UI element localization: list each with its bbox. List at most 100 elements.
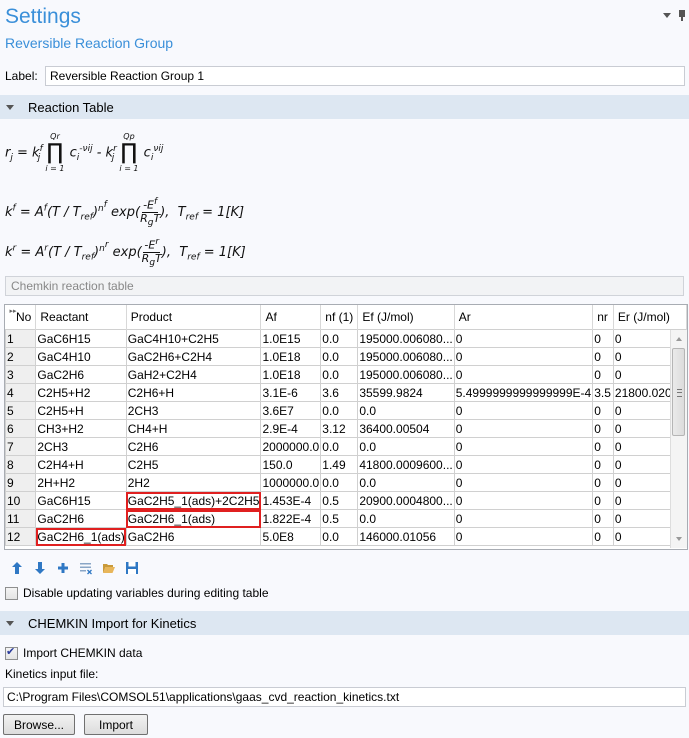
cell-ar[interactable]: 0 bbox=[453, 329, 594, 348]
table-row[interactable]: 6 CH3+H2 CH4+H 2.9E-4 3.12 36400.00504 0 0 0 bbox=[5, 419, 687, 438]
cell-ef[interactable]: 20900.0004800... bbox=[357, 491, 455, 510]
cell-af[interactable]: 1.0E18 bbox=[260, 365, 322, 384]
cell-ar[interactable]: 0 bbox=[453, 509, 594, 528]
cell-af[interactable]: 5.0E8 bbox=[260, 527, 322, 546]
cell-reactant[interactable]: 2CH3 bbox=[35, 437, 127, 456]
cell-ef[interactable]: 195000.006080... bbox=[357, 365, 455, 384]
column-header-er[interactable]: Er (J/mol) bbox=[613, 305, 687, 330]
cell-no[interactable]: 10 bbox=[5, 491, 37, 510]
column-header-nf[interactable]: nf (1) bbox=[320, 305, 359, 330]
cell-ar[interactable]: 0 bbox=[453, 473, 594, 492]
cell-af[interactable]: 1000000.0 bbox=[260, 473, 322, 492]
table-row[interactable]: 4 C2H5+H2 C2H6+H 3.1E-6 3.6 35599.9824 5.49999… bbox=[5, 383, 687, 402]
cell-product[interactable]: C2H6+H bbox=[125, 383, 262, 402]
table-vertical-scrollbar[interactable] bbox=[670, 330, 687, 548]
cell-nr[interactable]: 0 bbox=[592, 491, 614, 510]
cell-product[interactable]: C2H6 bbox=[125, 437, 262, 456]
cell-ef[interactable]: 0.0 bbox=[357, 473, 455, 492]
table-row[interactable]: 8 C2H4+H C2H5 150.0 1.49 41800.0009600... 0 0 0 bbox=[5, 455, 687, 474]
save-to-file-icon[interactable] bbox=[125, 561, 139, 575]
cell-no[interactable]: 2 bbox=[5, 347, 37, 366]
import-button[interactable]: Import bbox=[84, 714, 149, 735]
browse-button[interactable]: Browse... bbox=[3, 714, 76, 735]
expand-columns-icon[interactable]: ▸▸ bbox=[10, 307, 17, 315]
disable-updating-checkbox[interactable] bbox=[5, 586, 18, 600]
disable-updating-row[interactable]: Disable updating variables during editin… bbox=[5, 586, 269, 600]
cell-no[interactable]: 7 bbox=[5, 437, 37, 456]
column-header-af[interactable]: Af bbox=[260, 305, 322, 330]
cell-no[interactable]: 11 bbox=[5, 509, 37, 528]
move-down-icon[interactable] bbox=[33, 561, 47, 575]
cell-reactant[interactable]: GaC6H15 bbox=[35, 491, 127, 510]
cell-no[interactable]: 4 bbox=[5, 383, 37, 402]
label-input[interactable] bbox=[45, 66, 685, 86]
cell-reactant[interactable]: GaC6H15 bbox=[35, 329, 127, 348]
cell-product[interactable]: GaC2H6+C2H4 bbox=[125, 347, 262, 366]
column-header-ef[interactable]: Ef (J/mol) bbox=[357, 305, 455, 330]
cell-ef[interactable]: 35599.9824 bbox=[357, 383, 455, 402]
cell-no[interactable]: 3 bbox=[5, 365, 37, 384]
cell-nf[interactable]: 3.12 bbox=[320, 419, 359, 438]
scroll-up-arrow-icon[interactable] bbox=[676, 337, 682, 341]
cell-ar[interactable]: 0 bbox=[453, 419, 594, 438]
cell-nr[interactable]: 3.5 bbox=[592, 383, 614, 402]
cell-nf[interactable]: 0.5 bbox=[320, 491, 359, 510]
cell-product[interactable]: CH4+H bbox=[125, 419, 262, 438]
cell-product[interactable]: C2H5 bbox=[125, 455, 262, 474]
table-row[interactable]: 9 2H+H2 2H2 1000000.0 0.0 0.0 0 0 0 bbox=[5, 473, 687, 492]
cell-af[interactable]: 1.453E-4 bbox=[260, 491, 322, 510]
table-row[interactable]: 1 GaC6H15 GaC4H10+C2H5 1.0E15 0.0 195000.0060… bbox=[5, 329, 687, 348]
chemkin-import-section-header[interactable]: CHEMKIN Import for Kinetics bbox=[0, 611, 689, 635]
cell-af[interactable]: 1.822E-4 bbox=[260, 509, 322, 528]
kinetics-input-file-field[interactable]: C:\Program Files\COMSOL51\applications\g… bbox=[3, 687, 686, 707]
cell-ar[interactable]: 0 bbox=[453, 491, 594, 510]
cell-af[interactable]: 2000000.0 bbox=[260, 437, 322, 456]
cell-nf[interactable]: 0.0 bbox=[320, 365, 359, 384]
cell-ef[interactable]: 0.0 bbox=[357, 509, 455, 528]
cell-reactant[interactable]: GaC2H6 bbox=[35, 365, 127, 384]
cell-no[interactable]: 12 bbox=[5, 527, 37, 546]
cell-product[interactable]: GaC2H5_1(ads)+2C2H5 bbox=[125, 491, 262, 510]
cell-no[interactable]: 8 bbox=[5, 455, 37, 474]
cell-af[interactable]: 2.9E-4 bbox=[260, 419, 322, 438]
pin-icon[interactable] bbox=[679, 10, 685, 21]
cell-reactant[interactable]: GaC2H6 bbox=[35, 509, 127, 528]
cell-af[interactable]: 150.0 bbox=[260, 455, 322, 474]
cell-no[interactable]: 9 bbox=[5, 473, 37, 492]
cell-no[interactable]: 6 bbox=[5, 419, 37, 438]
cell-nf[interactable]: 0.0 bbox=[320, 527, 359, 546]
cell-nr[interactable]: 0 bbox=[592, 365, 614, 384]
table-row[interactable]: 5 C2H5+H 2CH3 3.6E7 0.0 0.0 0 0 0 bbox=[5, 401, 687, 420]
import-chemkin-row[interactable]: Import CHEMKIN data bbox=[5, 645, 142, 660]
cell-ef[interactable]: 36400.00504 bbox=[357, 419, 455, 438]
table-row[interactable]: 2 GaC4H10 GaC2H6+C2H4 1.0E18 0.0 195000.00608… bbox=[5, 347, 687, 366]
cell-product[interactable]: 2CH3 bbox=[125, 401, 262, 420]
cell-nr[interactable]: 0 bbox=[592, 455, 614, 474]
table-row[interactable]: 12 GaC2H6_1(ads) GaC2H6 5.0E8 0.0 146000.0105… bbox=[5, 527, 687, 546]
cell-ar[interactable]: 0 bbox=[453, 455, 594, 474]
cell-nr[interactable]: 0 bbox=[592, 329, 614, 348]
cell-product[interactable]: GaC4H10+C2H5 bbox=[125, 329, 262, 348]
cell-reactant[interactable]: C2H5+H2 bbox=[35, 383, 127, 402]
cell-af[interactable]: 1.0E18 bbox=[260, 347, 322, 366]
dropdown-arrow-icon[interactable] bbox=[663, 13, 671, 18]
cell-product[interactable]: GaC2H6 bbox=[125, 527, 262, 546]
cell-reactant[interactable]: 2H+H2 bbox=[35, 473, 127, 492]
cell-af[interactable]: 3.1E-6 bbox=[260, 383, 322, 402]
cell-reactant[interactable]: CH3+H2 bbox=[35, 419, 127, 438]
cell-ar[interactable]: 0 bbox=[453, 347, 594, 366]
table-row[interactable]: 11 GaC2H6 GaC2H6_1(ads) 1.822E-4 0.5 0.0 0 0 0 bbox=[5, 509, 687, 528]
chemkin-reaction-table-field[interactable]: Chemkin reaction table bbox=[5, 276, 684, 296]
cell-ef[interactable]: 41800.0009600... bbox=[357, 455, 455, 474]
reaction-table-section-header[interactable]: Reaction Table bbox=[0, 95, 689, 119]
import-chemkin-checkbox[interactable] bbox=[5, 645, 18, 660]
clear-table-icon[interactable] bbox=[79, 561, 93, 575]
cell-ef[interactable]: 146000.01056 bbox=[357, 527, 455, 546]
scrollbar-thumb[interactable] bbox=[672, 348, 685, 436]
column-header-product[interactable]: Product bbox=[126, 305, 262, 330]
cell-no[interactable]: 1 bbox=[5, 329, 37, 348]
cell-product[interactable]: GaH2+C2H4 bbox=[125, 365, 262, 384]
cell-ar[interactable]: 5.4999999999999999E-4 bbox=[453, 383, 594, 402]
cell-ar[interactable]: 0 bbox=[453, 437, 594, 456]
column-header-no[interactable]: ▸▸ No bbox=[5, 305, 37, 330]
